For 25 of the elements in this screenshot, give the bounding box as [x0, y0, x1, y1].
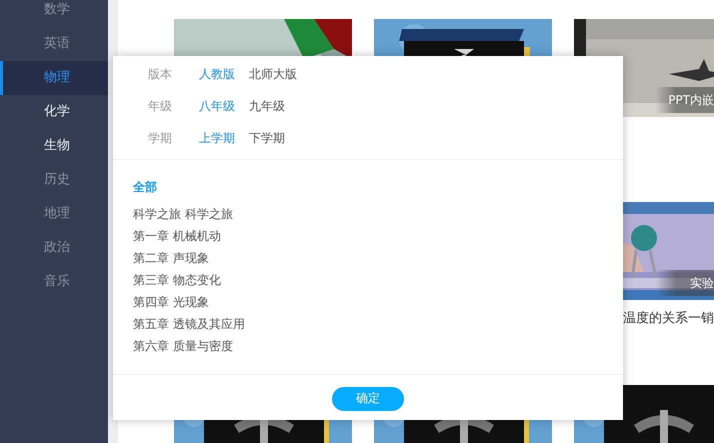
- sidebar-item[interactable]: 历史: [0, 163, 108, 197]
- sidebar-item[interactable]: 化学: [0, 95, 108, 129]
- filter-option[interactable]: 九年级: [249, 98, 299, 114]
- sidebar-item[interactable]: 音乐: [0, 265, 108, 299]
- filter-option[interactable]: 北师大版: [249, 66, 299, 82]
- chapter-item[interactable]: 第二章 声现象: [133, 247, 209, 269]
- filter-label: 年级: [147, 98, 173, 114]
- chapter-item[interactable]: 第四章 光现象: [133, 291, 209, 313]
- chapter-item[interactable]: 第三章 物态变化: [133, 269, 221, 291]
- sidebar-item[interactable]: 地理: [0, 197, 108, 231]
- filter-label: 学期: [147, 130, 173, 146]
- sidebar-item[interactable]: 数学: [0, 0, 108, 27]
- video-title: 实验: [656, 270, 714, 296]
- card-title[interactable]: 温度的关系一销: [623, 309, 714, 327]
- sidebar-item[interactable]: 生物: [0, 129, 108, 163]
- chapter-item[interactable]: 第一章 机械机动: [133, 225, 221, 247]
- sidebar-item[interactable]: 英语: [0, 27, 108, 61]
- sidebar-item[interactable]: 物理: [0, 61, 108, 95]
- filter-option[interactable]: 下学期: [249, 130, 299, 146]
- sidebar-item[interactable]: 政治: [0, 231, 108, 265]
- chapter-item[interactable]: 科学之旅 科学之旅: [133, 203, 233, 225]
- chapter-item[interactable]: 第六章 质量与密度: [133, 335, 233, 357]
- chapter-item[interactable]: 第五章 透镜及其应用: [133, 313, 245, 335]
- filter-label: 版本: [147, 66, 173, 82]
- video-title: PPT内嵌: [656, 87, 714, 113]
